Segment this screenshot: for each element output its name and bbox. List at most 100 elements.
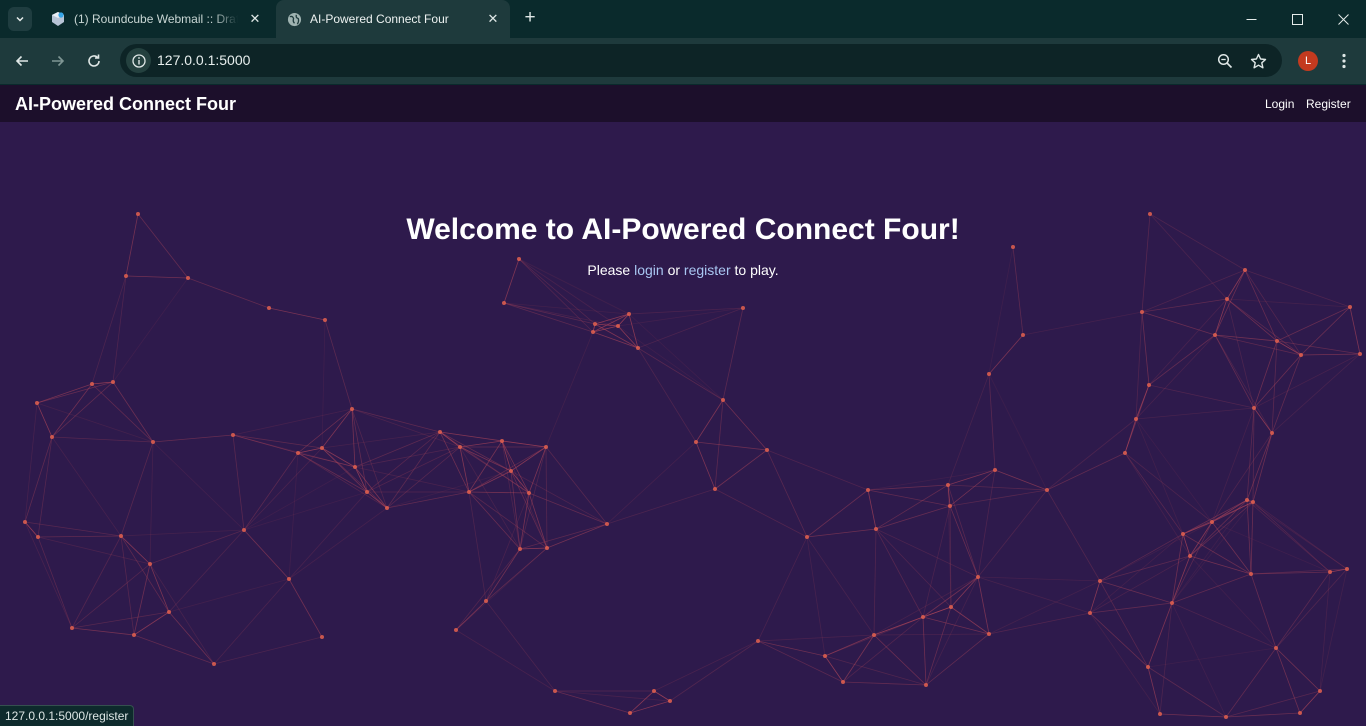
network-link: [243, 466, 356, 531]
network-link: [1171, 499, 1248, 604]
network-node: [924, 683, 928, 687]
minimize-button[interactable]: [1228, 0, 1274, 38]
network-link: [1148, 384, 1255, 409]
close-icon[interactable]: ✕: [246, 10, 264, 28]
network-link: [51, 436, 122, 537]
network-link: [112, 277, 189, 383]
network-node: [458, 445, 462, 449]
reload-icon: [88, 54, 100, 67]
network-link: [1252, 501, 1331, 573]
register-link[interactable]: register: [684, 262, 731, 278]
network-link: [528, 446, 547, 494]
network-node: [1318, 689, 1322, 693]
network-link: [24, 521, 39, 538]
network-link: [1300, 306, 1351, 356]
network-link: [152, 434, 234, 443]
network-link: [1299, 690, 1321, 714]
network-link: [149, 563, 170, 613]
network-link: [867, 489, 951, 507]
network-node: [518, 547, 522, 551]
network-link: [1148, 334, 1216, 386]
network-link: [149, 529, 245, 565]
forward-button[interactable]: [44, 47, 72, 75]
network-link: [988, 334, 1024, 375]
network-node: [1098, 579, 1102, 583]
nav-register-link[interactable]: Register: [1306, 97, 1351, 111]
network-link: [168, 578, 290, 613]
browser-tab-strip: (1) Roundcube Webmail :: Drafts ✕ AI-Pow…: [0, 0, 1366, 38]
nav-login-link[interactable]: Login: [1265, 97, 1294, 111]
network-node: [1210, 520, 1214, 524]
site-brand[interactable]: AI-Powered Connect Four: [15, 94, 236, 115]
network-link: [1189, 555, 1252, 575]
network-node: [1299, 353, 1303, 357]
network-node: [323, 318, 327, 322]
network-node: [231, 433, 235, 437]
tab-roundcube[interactable]: (1) Roundcube Webmail :: Drafts ✕: [40, 0, 272, 38]
login-link[interactable]: login: [634, 262, 664, 278]
address-bar[interactable]: 127.0.0.1:5000: [120, 44, 1282, 77]
network-node: [636, 346, 640, 350]
network-node: [365, 490, 369, 494]
browser-menu-button[interactable]: [1334, 48, 1354, 74]
network-link: [1124, 452, 1184, 535]
welcome-message: Please login or register to play.: [0, 262, 1366, 278]
globe-icon: [286, 11, 302, 27]
maximize-button[interactable]: [1274, 0, 1320, 38]
window-close-button[interactable]: [1320, 0, 1366, 38]
network-node: [1348, 305, 1352, 309]
tab-search-button[interactable]: [8, 7, 32, 31]
network-link: [1141, 298, 1228, 313]
network-link: [592, 325, 619, 333]
page-viewport: AI-Powered Connect Four Login Register W…: [0, 84, 1366, 726]
network-link: [1189, 555, 1277, 649]
network-link: [133, 611, 170, 636]
network-node: [946, 483, 950, 487]
network-node: [652, 689, 656, 693]
network-link: [988, 373, 1048, 491]
site-info-button[interactable]: [126, 48, 151, 73]
network-node: [1088, 611, 1092, 615]
network-link: [1250, 573, 1277, 649]
network-node: [454, 628, 458, 632]
network-link: [485, 547, 548, 602]
bookmark-button[interactable]: [1247, 50, 1269, 72]
network-link: [1271, 353, 1361, 434]
network-link: [1244, 269, 1302, 356]
network-link: [1189, 521, 1213, 557]
reload-button[interactable]: [80, 47, 108, 75]
network-link: [243, 529, 290, 580]
back-button[interactable]: [8, 47, 36, 75]
network-link: [213, 578, 290, 665]
network-link: [71, 627, 135, 636]
network-link: [653, 640, 759, 692]
network-link: [324, 319, 353, 410]
network-link: [71, 563, 151, 629]
network-node: [287, 577, 291, 581]
more-vertical-icon: [1342, 53, 1346, 69]
profile-avatar[interactable]: L: [1298, 51, 1318, 71]
network-node: [23, 520, 27, 524]
new-tab-button[interactable]: +: [519, 8, 541, 30]
network-link: [288, 507, 388, 580]
url-text[interactable]: 127.0.0.1:5000: [157, 52, 250, 68]
tab-connect-four[interactable]: AI-Powered Connect Four ✕: [276, 0, 510, 38]
close-icon[interactable]: ✕: [484, 10, 502, 28]
network-link: [545, 446, 608, 525]
network-node: [1213, 333, 1217, 337]
network-link: [977, 469, 996, 578]
network-link: [988, 612, 1091, 635]
network-link: [36, 402, 154, 443]
network-link: [867, 489, 877, 530]
network-link: [71, 611, 170, 629]
network-node: [987, 372, 991, 376]
network-link: [1135, 418, 1184, 535]
roundcube-icon: [50, 11, 66, 27]
message-prefix: Please: [587, 262, 635, 278]
network-node: [921, 615, 925, 619]
network-node: [353, 465, 357, 469]
network-node: [1146, 665, 1150, 669]
network-link: [873, 528, 877, 636]
zoom-button[interactable]: [1214, 50, 1236, 72]
network-link: [1250, 501, 1254, 575]
